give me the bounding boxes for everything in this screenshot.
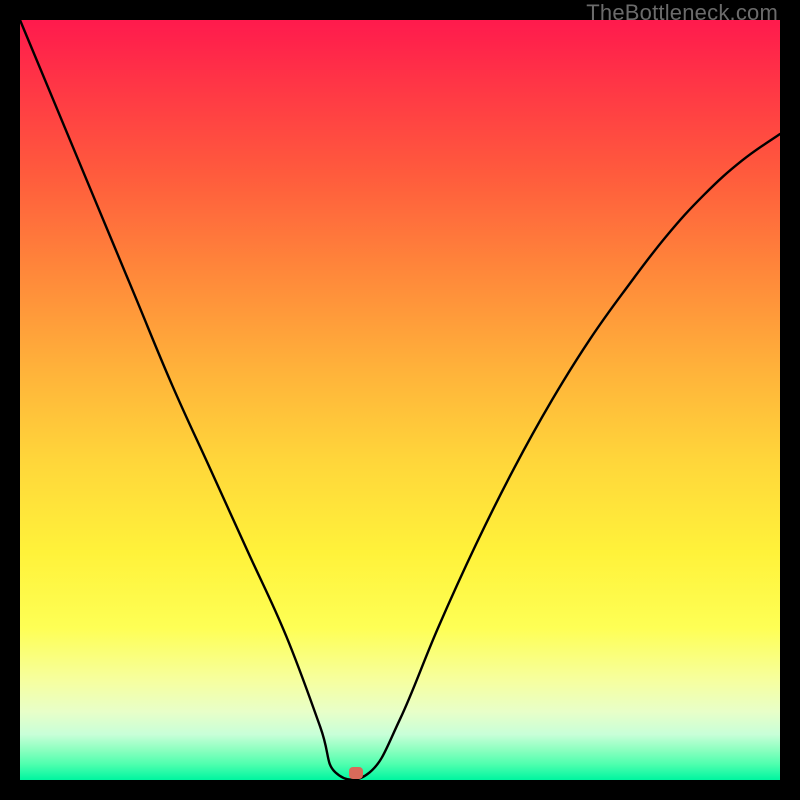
curve-path [20,20,780,780]
watermark-text: TheBottleneck.com [586,0,778,26]
optimal-point-marker [349,767,363,779]
plot-area [20,20,780,780]
chart-frame: TheBottleneck.com [0,0,800,800]
bottleneck-curve [20,20,780,780]
